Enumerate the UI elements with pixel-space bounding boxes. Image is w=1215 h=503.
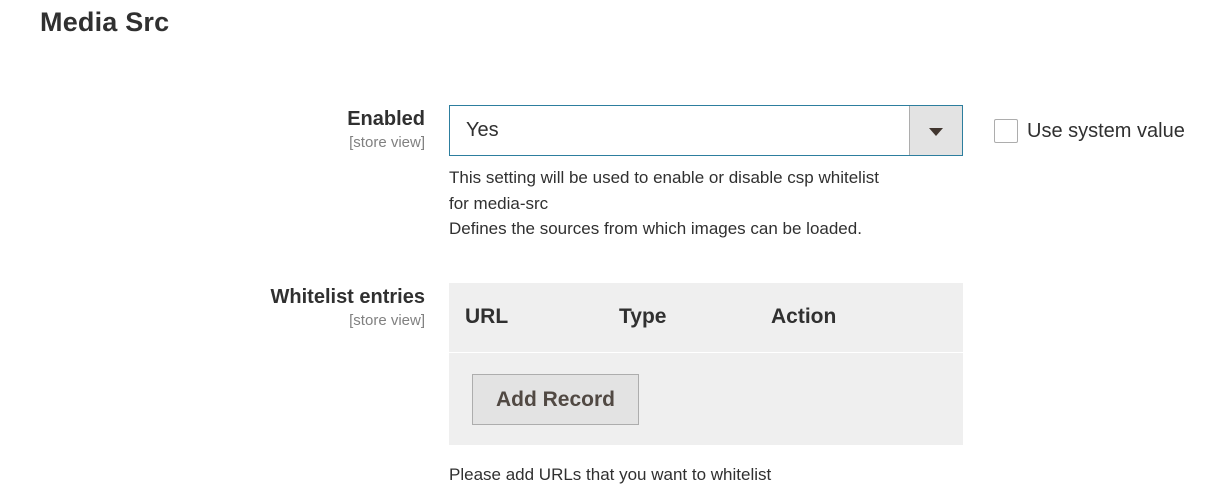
caret-down-icon (929, 127, 943, 136)
enabled-label: Enabled (347, 108, 425, 130)
note-line: for media-src (449, 193, 549, 213)
table-header-row: URL Type Action (449, 283, 963, 353)
enabled-field-note: This setting will be used to enable or d… (449, 165, 963, 242)
note-line: This setting will be used to enable or d… (449, 168, 879, 187)
whitelist-label: Whitelist entries (270, 286, 425, 308)
enabled-label-block: Enabled [store view] (347, 106, 425, 153)
enabled-select[interactable]: Yes (449, 105, 963, 156)
column-header-action: Action (771, 305, 837, 328)
whitelist-label-block: Whitelist entries [store view] (271, 284, 425, 331)
enabled-scope-label: [store view] (349, 134, 425, 151)
use-system-value-label: Use system value (1027, 120, 1185, 142)
whitelist-field-note: Please add URLs that you want to whiteli… (449, 465, 772, 484)
checkbox-unchecked-icon[interactable] (994, 119, 1018, 143)
column-header-url: URL (465, 305, 509, 328)
section-title: Media Src (40, 7, 170, 37)
note-line: Defines the sources from which images ca… (449, 219, 862, 238)
add-record-button[interactable]: Add Record (472, 374, 639, 425)
whitelist-scope-label: [store view] (349, 312, 425, 329)
enabled-select-value: Yes (466, 119, 499, 141)
select-dropdown-toggle[interactable] (909, 106, 962, 155)
column-header-type: Type (619, 305, 667, 328)
whitelist-table: URL Type Action Add Record (449, 283, 963, 445)
use-system-value-option[interactable]: Use system value (994, 118, 1185, 144)
